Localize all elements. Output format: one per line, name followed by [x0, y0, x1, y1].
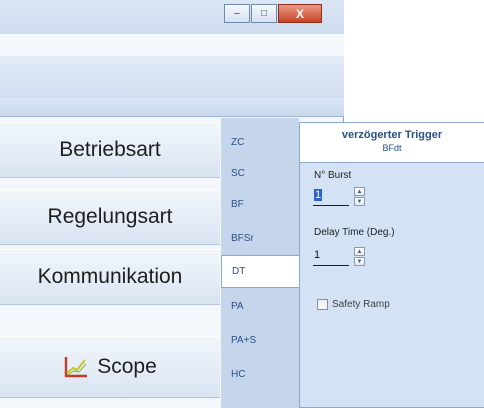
- scope-chart-icon: [63, 355, 89, 379]
- nav-regelungsart-label: Regelungsart: [47, 205, 173, 228]
- ribbon-strip: [0, 98, 344, 117]
- safety-ramp-option[interactable]: Safety Ramp: [317, 299, 390, 310]
- tab-sc-label: SC: [231, 168, 245, 179]
- burst-input[interactable]: 1: [313, 187, 349, 206]
- window-title-bar: – □ X: [0, 0, 344, 34]
- tab-pa-label: PA: [231, 301, 244, 312]
- left-navigation: Betriebsart Regelungsart Kommunikation S…: [0, 118, 220, 408]
- burst-stepper[interactable]: 1 ▲ ▼: [313, 187, 365, 207]
- window-caption-buttons: – □ X: [224, 4, 322, 23]
- burst-increment-button[interactable]: ▲: [354, 187, 365, 196]
- tab-hc-label: HC: [231, 369, 246, 380]
- tab-pa[interactable]: PA: [221, 290, 299, 323]
- burst-decrement-button[interactable]: ▼: [354, 197, 365, 206]
- nav-kommunikation-label: Kommunikation: [37, 265, 183, 288]
- burst-value: 1: [314, 189, 323, 201]
- chevron-down-icon: ▼: [356, 258, 363, 265]
- menu-bar: [0, 34, 344, 57]
- delay-stepper[interactable]: 1 ▲ ▼: [313, 247, 365, 267]
- burst-label: N° Burst: [314, 170, 352, 181]
- panel-header: verzögerter Trigger BFdt: [300, 123, 484, 163]
- chevron-up-icon: ▲: [356, 248, 363, 255]
- delay-spin-buttons: ▲ ▼: [354, 247, 365, 266]
- panel-subtitle: BFdt: [382, 143, 402, 153]
- delay-value: 1: [314, 249, 321, 261]
- panel-title: verzögerter Trigger: [341, 129, 443, 141]
- nav-betriebsart-label: Betriebsart: [59, 138, 161, 161]
- toolbar: [0, 56, 344, 99]
- tab-dt-label: DT: [232, 266, 246, 277]
- close-button[interactable]: X: [278, 4, 322, 23]
- minimize-icon: –: [234, 8, 240, 19]
- tab-sc[interactable]: SC: [221, 157, 299, 190]
- chevron-up-icon: ▲: [356, 188, 363, 195]
- safety-ramp-checkbox[interactable]: [317, 299, 328, 310]
- safety-ramp-label: Safety Ramp: [332, 299, 390, 310]
- tab-bfsr-label: BFSr: [231, 233, 254, 244]
- tab-dt[interactable]: DT: [221, 255, 301, 288]
- nav-regelungsart-button[interactable]: Regelungsart: [0, 189, 220, 245]
- tab-pa-s-label: PA+S: [231, 335, 257, 346]
- delay-decrement-button[interactable]: ▼: [354, 257, 365, 266]
- nav-betriebsart-button[interactable]: Betriebsart: [0, 122, 220, 178]
- minimize-button[interactable]: –: [224, 4, 250, 23]
- tab-pa-s[interactable]: PA+S: [221, 324, 299, 357]
- tab-bfsr[interactable]: BFSr: [221, 222, 299, 255]
- tab-bf-label: BF: [231, 199, 244, 210]
- tab-zc-label: ZC: [231, 137, 245, 148]
- nav-scope-button[interactable]: Scope: [0, 336, 220, 398]
- nav-scope-label: Scope: [97, 355, 157, 378]
- tab-hc[interactable]: HC: [221, 358, 299, 391]
- nav-kommunikation-button[interactable]: Kommunikation: [0, 249, 220, 305]
- maximize-button[interactable]: □: [251, 4, 277, 23]
- chevron-down-icon: ▼: [356, 198, 363, 205]
- burst-spin-buttons: ▲ ▼: [354, 187, 365, 206]
- delay-increment-button[interactable]: ▲: [354, 247, 365, 256]
- delay-label: Delay Time (Deg.): [314, 227, 395, 238]
- delay-input[interactable]: 1: [313, 247, 349, 266]
- maximize-icon: □: [260, 8, 268, 19]
- trigger-settings-panel: verzögerter Trigger BFdt N° Burst 1 ▲ ▼ …: [299, 122, 484, 408]
- close-icon: X: [295, 6, 304, 21]
- power-mode-tabs: ZC SC BF BFSr DT PA PA+S HC: [221, 118, 301, 408]
- tab-bf[interactable]: BF: [221, 188, 299, 221]
- tab-zc[interactable]: ZC: [221, 126, 299, 159]
